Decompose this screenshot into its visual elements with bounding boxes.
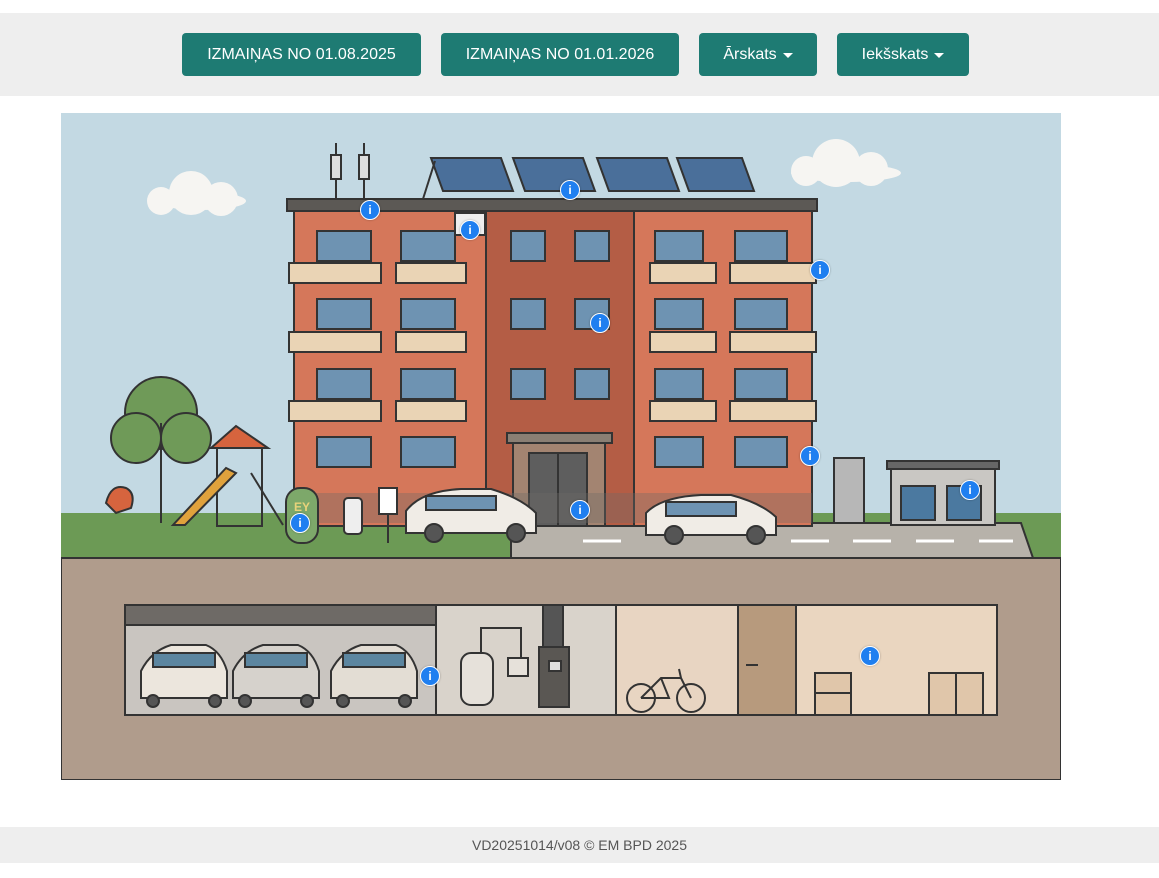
- car-icon: [232, 644, 320, 708]
- info-hotspot-windows[interactable]: i: [590, 313, 610, 333]
- info-hotspot-utility[interactable]: i: [800, 446, 820, 466]
- info-hotspot-meter[interactable]: i: [460, 220, 480, 240]
- exterior-view-dropdown[interactable]: Ārskats: [699, 33, 817, 76]
- changes-2025-button[interactable]: IZMAIŅAS NO 01.08.2025: [182, 33, 421, 76]
- interior-view-dropdown[interactable]: Iekšskats: [837, 33, 969, 76]
- info-hotspot-entrance[interactable]: i: [570, 500, 590, 520]
- footer-version-text: VD20251014/v08 © EM BPD 2025: [471, 837, 687, 853]
- info-hotspot-facade[interactable]: i: [810, 260, 830, 280]
- exterior-view-label: Ārskats: [723, 45, 777, 63]
- building-illustration: EY i i i i i i i i i i i: [61, 113, 1061, 780]
- utility-cabinet: [833, 457, 865, 524]
- info-hotspot-storage[interactable]: i: [860, 646, 880, 666]
- footer: VD20251014/v08 © EM BPD 2025: [0, 827, 1159, 863]
- top-toolbar: IZMAIŅAS NO 01.08.2025 IZMAIŅAS NO 01.01…: [0, 13, 1159, 96]
- car-icon: [330, 644, 418, 708]
- caret-down-icon: [934, 53, 945, 58]
- bin-shelter: [886, 460, 1000, 526]
- changes-2026-button[interactable]: IZMAIŅAS NO 01.01.2026: [441, 33, 679, 76]
- svg-text:EY: EY: [294, 500, 310, 514]
- info-hotspot-solar-panels[interactable]: i: [560, 180, 580, 200]
- caret-down-icon: [782, 53, 793, 58]
- info-hotspot-ev-charger[interactable]: i: [290, 513, 310, 533]
- info-hotspot-antenna[interactable]: i: [360, 200, 380, 220]
- car-icon: [140, 644, 228, 708]
- interior-view-label: Iekšskats: [861, 45, 929, 63]
- info-hotspot-garage-charger[interactable]: i: [420, 666, 440, 686]
- info-hotspot-bins[interactable]: i: [960, 480, 980, 500]
